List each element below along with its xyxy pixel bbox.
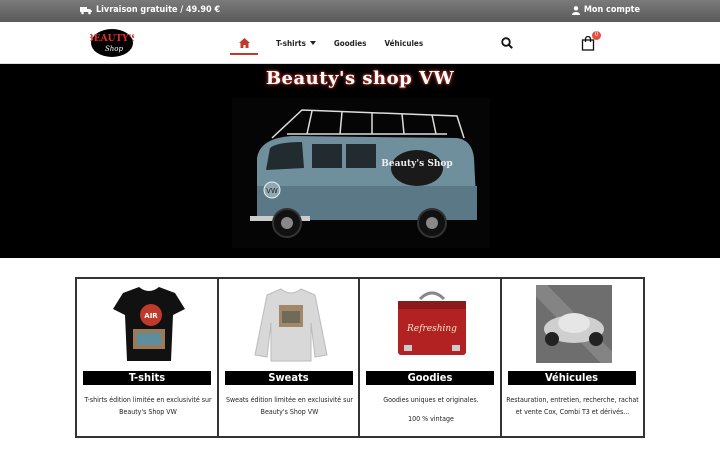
card-title: T-shits: [83, 371, 211, 385]
svg-text:VW: VW: [266, 187, 278, 195]
hero-title: Beauty's shop VW: [265, 68, 455, 89]
card-description: T-shirts édition limitée en exclusivité …: [84, 396, 212, 416]
nav-item-label: Goodies: [333, 38, 367, 48]
svg-text:Refreshing: Refreshing: [406, 324, 457, 334]
main-nav: T-shirts Goodies Véhicules: [230, 22, 423, 64]
site-logo[interactable]: BEAUTY'S Shop: [90, 28, 134, 58]
search-icon[interactable]: [501, 37, 513, 49]
cart-button[interactable]: 0: [580, 31, 601, 51]
category-card-tshirts[interactable]: AIR T-shits T-shirts édition limitée en …: [77, 279, 219, 436]
card-title: Goodies: [366, 371, 494, 385]
sweatshirt-image: [253, 288, 328, 362]
nav-item-label: T-shirts: [276, 38, 306, 48]
user-icon: [571, 5, 580, 15]
category-card-goodies[interactable]: Refreshing Goodies Goodies uniques et or…: [360, 279, 502, 436]
nav-item-vehicules[interactable]: Véhicules: [384, 39, 423, 48]
van-logo-text: Beauty's Shop: [381, 159, 452, 169]
vw-van-image: VW Beauty's Shop: [232, 98, 490, 248]
refreshing-box-image: Refreshing: [398, 291, 466, 355]
nav-item-label: Véhicules: [384, 38, 424, 48]
card-description: Goodies uniques et originales.: [383, 396, 479, 404]
vehicle-image: [535, 285, 612, 363]
chevron-down-icon: [309, 41, 316, 45]
account-link[interactable]: Mon compte: [571, 5, 640, 15]
category-cards: AIR T-shits T-shirts édition limitée en …: [75, 277, 645, 438]
svg-text:AIR: AIR: [144, 312, 158, 320]
home-icon: [238, 38, 250, 48]
site-header: BEAUTY'S Shop T-shirts Goodies Véhicules…: [0, 22, 720, 64]
nav-home[interactable]: [230, 22, 258, 64]
tshirt-image: AIR: [113, 287, 185, 361]
cart-count-badge: 0: [592, 31, 601, 40]
shipping-info: Livraison gratuite / 49.90 €: [80, 5, 220, 15]
shipping-text: Livraison gratuite / 49.90 €: [96, 5, 221, 15]
account-text: Mon compte: [583, 5, 640, 15]
nav-item-tshirts[interactable]: T-shirts: [276, 39, 316, 48]
truck-icon: [80, 6, 92, 14]
nav-item-goodies[interactable]: Goodies: [334, 39, 367, 48]
svg-text:Shop: Shop: [105, 45, 124, 53]
top-bar: Livraison gratuite / 49.90 € Mon compte: [0, 0, 720, 22]
svg-text:BEAUTY'S: BEAUTY'S: [90, 34, 134, 44]
card-title: Sweats: [224, 371, 353, 385]
card-description: Sweats édition limitée en exclusivité su…: [225, 396, 354, 416]
card-description: Restauration, entretien, recherche, rach…: [506, 396, 639, 416]
category-card-vehicules[interactable]: Véhicules Restauration, entretien, reche…: [502, 279, 643, 436]
hero-banner: Beauty's shop VW VW Beauty's Shop: [0, 64, 720, 258]
card-description-secondary: 100 % vintage: [408, 415, 454, 423]
category-card-sweats[interactable]: Sweats Sweats édition limitée en exclusi…: [219, 279, 360, 436]
card-title: Véhicules: [507, 371, 636, 385]
